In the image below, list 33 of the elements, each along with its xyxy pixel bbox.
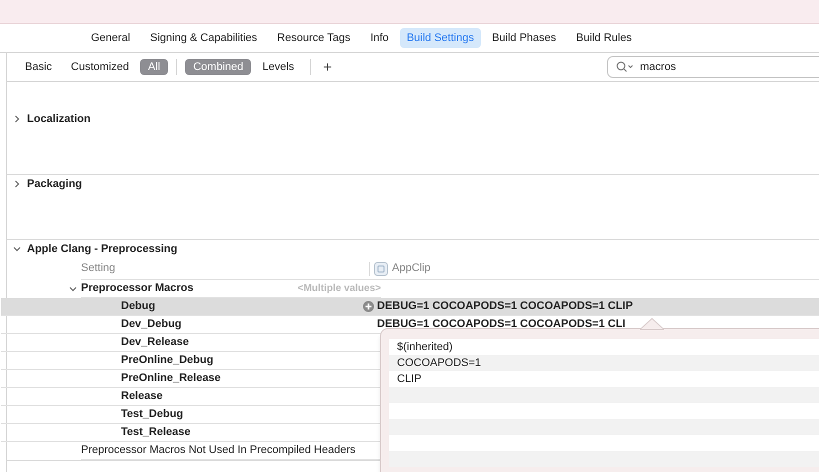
setting-name: Preprocessor Macros Not Used In Precompiled Headers bbox=[81, 443, 356, 458]
setting-value: DEBUG=1 COCOAPODS=1 COCOAPODS=1 CLIP bbox=[377, 299, 633, 314]
tab[interactable]: Info bbox=[361, 28, 398, 48]
tab[interactable]: Build Phases bbox=[482, 28, 566, 48]
setting-value: DEBUG=1 COCOAPODS=1 COCOAPODS=1 CLI bbox=[377, 317, 626, 332]
configuration-name: Release bbox=[120, 389, 164, 404]
configuration-name: PreOnline_Release bbox=[120, 371, 222, 386]
column-header: Setting bbox=[81, 261, 116, 276]
configuration-name: Dev_Release bbox=[120, 335, 190, 350]
setting-name: Preprocessor Macros bbox=[81, 281, 194, 296]
setting-row[interactable]: Debug DEBUG=1 COCOAPODS=1 COCOAPODS=1 CLIP bbox=[1, 298, 819, 316]
column-header: AppClip bbox=[392, 261, 431, 276]
list-entry[interactable]: $(inherited) bbox=[397, 338, 453, 356]
tab[interactable]: General bbox=[82, 28, 140, 48]
filter-button[interactable]: Basic bbox=[17, 59, 60, 75]
tab[interactable]: Resource Tags bbox=[268, 28, 360, 48]
configuration-name: Test_Debug bbox=[120, 407, 184, 422]
configuration-name: Test_Release bbox=[120, 425, 192, 440]
list-entry[interactable]: CLIP bbox=[397, 370, 422, 388]
configuration-name: Debug bbox=[120, 299, 156, 314]
section-title: Apple Clang - Preprocessing bbox=[27, 242, 178, 257]
configuration-name: PreOnline_Debug bbox=[120, 353, 214, 368]
add-button[interactable]: + bbox=[319, 60, 336, 74]
configuration-name: Dev_Debug bbox=[120, 317, 183, 332]
tab[interactable]: Build Rules bbox=[567, 28, 641, 48]
setting-value: <Multiple values> bbox=[298, 282, 381, 296]
filter-button[interactable]: Levels bbox=[254, 59, 302, 75]
tab[interactable]: Signing & Capabilities bbox=[141, 28, 266, 48]
filter-button[interactable]: Customized bbox=[62, 59, 137, 75]
search-input[interactable]: macros bbox=[640, 58, 790, 76]
search-field[interactable]: macros bbox=[607, 56, 819, 78]
section-title: Packaging bbox=[27, 176, 82, 192]
section-title: Localization bbox=[27, 112, 91, 127]
